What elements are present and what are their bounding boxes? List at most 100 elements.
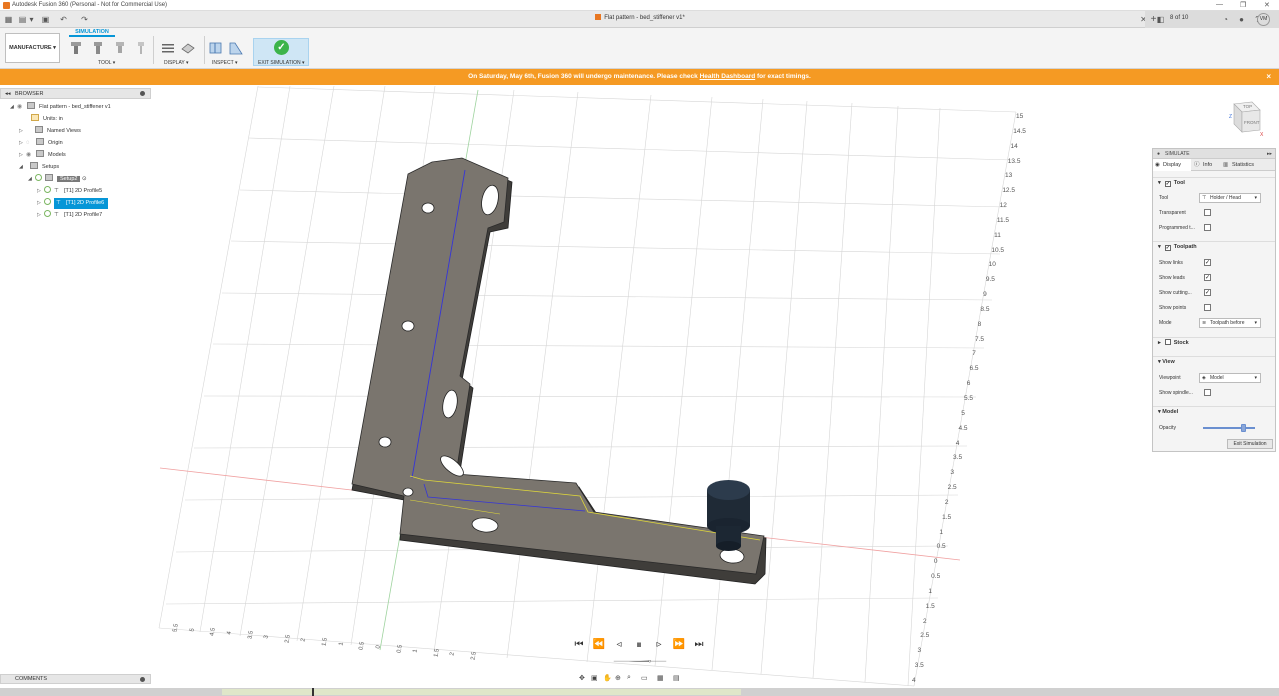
minimize-icon[interactable]: — <box>1216 1 1223 8</box>
tree-operation-profile7[interactable]: ▷ ⊤ [T1] 2D Profile7 <box>37 210 102 221</box>
workspace-switcher[interactable]: MANUFACTURE ▾ <box>5 33 60 63</box>
expand-triangle-icon[interactable]: ▷ <box>19 138 26 149</box>
show-spindle-checkbox[interactable] <box>1204 389 1211 396</box>
timeline-track[interactable] <box>222 689 741 695</box>
exit-simulation-panel-button[interactable]: Exit Simulation <box>1227 439 1273 449</box>
toolpath-section-header[interactable]: ▾ ✓ Toolpath <box>1153 241 1275 252</box>
next-operation-icon[interactable]: ⏩ <box>672 638 686 652</box>
canvas-viewport[interactable]: 15 14.5 14 13.5 13 12.5 12 11.5 11 10.5 10 9.5 9 8.5 8… <box>0 85 1279 688</box>
clock-icon[interactable]: ◔ <box>1220 14 1231 25</box>
tool-display-select[interactable]: ⊤ Holder / Head ▾ <box>1199 193 1261 203</box>
speed-slider-handle[interactable] <box>648 660 651 663</box>
pan-hand-icon[interactable]: ✋ <box>603 674 612 682</box>
mode-select[interactable]: ≋ Toolpath before ▾ <box>1199 318 1261 328</box>
simulate-header[interactable]: ● SIMULATE ▸▸ <box>1153 149 1275 159</box>
undo-icon[interactable]: ↶ <box>58 14 69 25</box>
notifications-icon[interactable]: ● <box>1236 14 1247 25</box>
expand-triangle-icon[interactable]: ▷ <box>19 126 26 137</box>
tool-drill-icon[interactable] <box>134 41 148 55</box>
expand-panel-icon[interactable]: ▸▸ <box>1267 149 1272 159</box>
stock-section-checkbox[interactable] <box>1164 339 1171 345</box>
save-icon[interactable]: ▣ <box>40 14 51 25</box>
tool-group-label[interactable]: TOOL ▾ <box>98 60 115 66</box>
tab-display[interactable]: ◉ Display <box>1153 159 1191 171</box>
previous-operation-icon[interactable]: ⏪ <box>592 638 606 652</box>
tool-holder-icon[interactable] <box>69 41 83 55</box>
tree-setup2[interactable]: ◢ Setup2 ⊙ <box>28 174 87 185</box>
tree-root[interactable]: ◢ ◉ Flat pattern - bed_stiffener v1 <box>10 102 111 113</box>
expand-triangle-icon[interactable]: ▷ <box>37 186 44 197</box>
maximize-icon[interactable]: ❐ <box>1240 1 1246 9</box>
expand-triangle-icon[interactable]: ▷ <box>37 198 44 209</box>
pin-icon[interactable] <box>140 677 145 682</box>
inspect-measure-icon[interactable] <box>229 41 243 55</box>
zoom-window-icon[interactable]: ⌕ <box>627 674 631 682</box>
exit-simulation-button[interactable]: ✓ EXIT SIMULATION ▾ <box>253 38 309 66</box>
orbit-icon[interactable]: ✥ <box>579 674 585 682</box>
tree-origin[interactable]: ▷ ◌ Origin <box>19 138 63 149</box>
selected-operation[interactable]: ⊤ [T1] 2D Profile6 <box>54 198 109 209</box>
grid-settings-icon[interactable]: ▦ <box>657 674 664 682</box>
collapse-triangle-icon[interactable]: ◢ <box>28 174 35 185</box>
tree-units[interactable]: Units: in <box>31 114 63 125</box>
pin-icon[interactable] <box>140 91 145 96</box>
job-counter[interactable]: 8 of 10 <box>1170 15 1188 21</box>
collapse-triangle-icon[interactable]: ◢ <box>19 162 26 173</box>
zoom-icon[interactable]: ⊕ <box>615 674 621 682</box>
step-forward-icon[interactable]: ▹ <box>652 638 666 652</box>
pause-icon[interactable]: ⏸ <box>632 638 646 652</box>
tab-statistics[interactable]: ▥ Statistics <box>1221 159 1275 171</box>
show-links-checkbox[interactable]: ✓ <box>1204 259 1211 266</box>
show-points-checkbox[interactable] <box>1204 304 1211 311</box>
tree-operation-profile6[interactable]: ▷ ⊤ [T1] 2D Profile6 <box>37 198 109 209</box>
close-banner-icon[interactable]: × <box>1266 69 1271 85</box>
opacity-slider[interactable] <box>1203 424 1255 432</box>
visibility-eye-icon[interactable]: ◉ <box>17 102 25 113</box>
avatar[interactable]: VM <box>1257 13 1270 26</box>
skip-to-start-icon[interactable]: ⏮ <box>572 638 586 652</box>
inspect-section-icon[interactable] <box>209 41 223 55</box>
model-section-header[interactable]: ▾ Model <box>1153 406 1275 417</box>
display-group-label[interactable]: DISPLAY ▾ <box>164 60 189 66</box>
expand-triangle-icon[interactable]: ▷ <box>19 150 26 161</box>
browser-header[interactable]: ◂◂ BROWSER <box>0 88 151 99</box>
transparent-checkbox[interactable] <box>1204 209 1211 216</box>
comments-panel[interactable]: COMMENTS <box>0 674 151 684</box>
bed-stiffener-part[interactable] <box>351 157 767 585</box>
document-tab[interactable]: Flat pattern - bed_stiffener v1* <box>565 14 715 21</box>
step-back-icon[interactable]: ◃ <box>612 638 626 652</box>
view-section-header[interactable]: ▾ View <box>1153 356 1275 367</box>
tool-section-header[interactable]: ▾ ✓ Tool <box>1153 177 1275 188</box>
health-dashboard-link[interactable]: Health Dashboard <box>700 73 756 80</box>
viewpoint-select[interactable]: ◈ Model ▾ <box>1199 373 1261 383</box>
programmed-tool-checkbox[interactable] <box>1204 224 1211 231</box>
model-canvas[interactable] <box>0 85 1279 688</box>
tree-operation-profile5[interactable]: ▷ ⊤ [T1] 2D Profile5 <box>37 186 102 197</box>
visibility-eye-icon[interactable]: ◌ <box>26 138 34 149</box>
tree-models[interactable]: ▷ ◉ Models <box>19 150 66 161</box>
tool-section-checkbox[interactable]: ✓ <box>1164 181 1171 187</box>
show-leads-checkbox[interactable]: ✓ <box>1204 274 1211 281</box>
app-grid-icon[interactable]: ▦ <box>3 14 14 25</box>
viewports-icon[interactable]: ▤ <box>673 674 680 682</box>
tree-named-views[interactable]: ▷ Named Views <box>19 126 81 137</box>
playback-speed-slider[interactable] <box>570 660 710 663</box>
show-cutting-checkbox[interactable]: ✓ <box>1204 289 1211 296</box>
timeline-marker[interactable] <box>312 688 314 696</box>
display-stock-icon[interactable] <box>181 41 195 55</box>
skip-to-end-icon[interactable]: ⏭ <box>692 638 706 652</box>
viewcube[interactable]: TOP FRONT Z X <box>1226 98 1264 140</box>
tool-endmill-icon[interactable] <box>91 41 105 55</box>
collapse-triangle-icon[interactable]: ◢ <box>10 102 17 113</box>
expand-triangle-icon[interactable]: ▷ <box>37 210 44 221</box>
tree-setups[interactable]: ◢ Setups <box>19 162 59 173</box>
redo-icon[interactable]: ↷ <box>79 14 90 25</box>
stock-section-header[interactable]: ▸ Stock <box>1153 337 1275 348</box>
tab-info[interactable]: ⓘ Info <box>1193 159 1221 171</box>
display-lines-icon[interactable] <box>161 41 175 55</box>
display-settings-icon[interactable]: ▭ <box>641 674 648 682</box>
collapse-panel-icon[interactable]: ◂◂ <box>5 89 11 99</box>
opacity-slider-handle[interactable] <box>1241 424 1247 432</box>
chevron-down-icon[interactable]: ▾ <box>26 14 37 25</box>
close-window-icon[interactable]: ✕ <box>1264 1 1270 9</box>
